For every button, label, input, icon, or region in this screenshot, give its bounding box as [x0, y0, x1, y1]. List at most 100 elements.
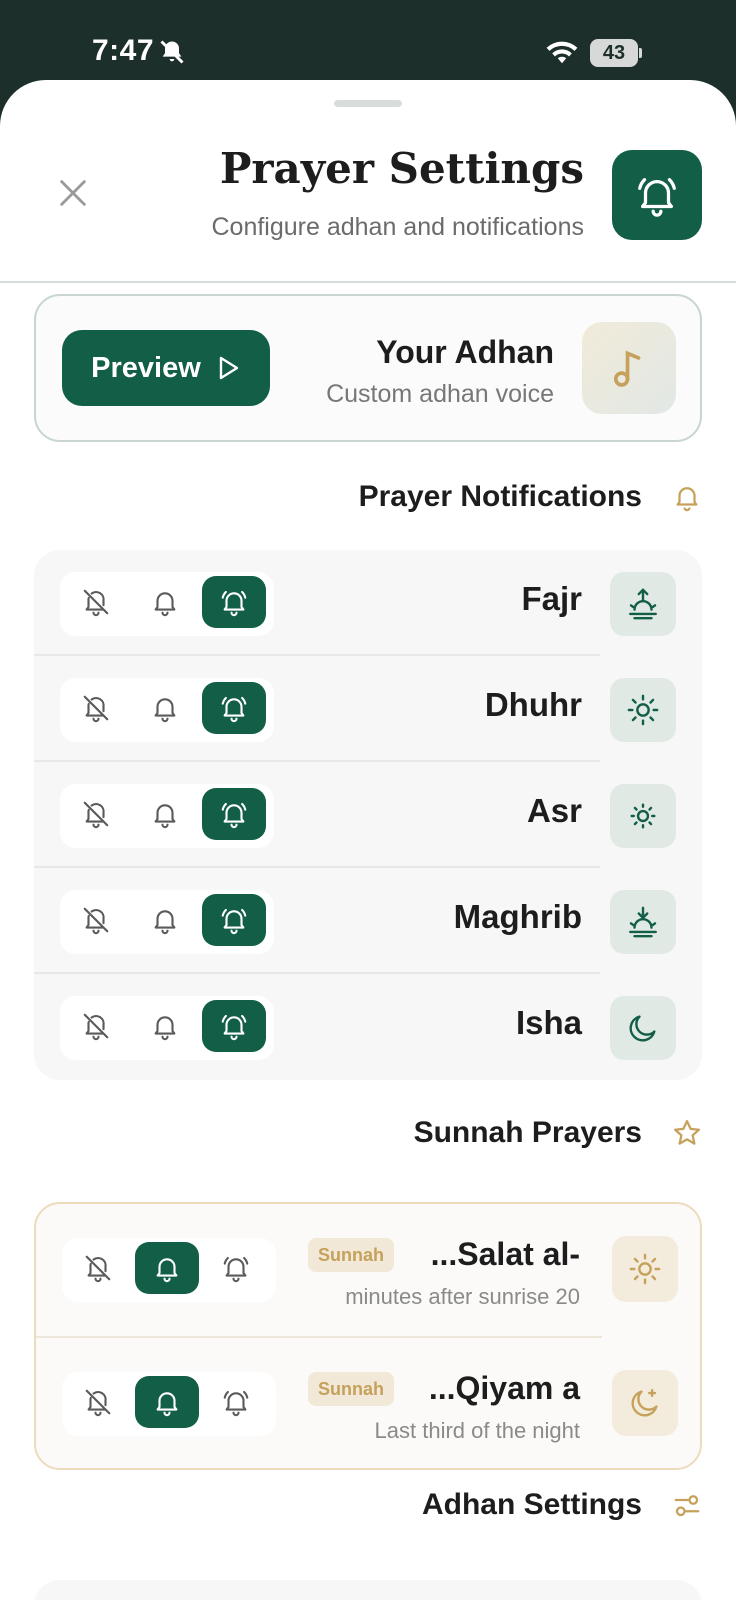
- alarm-bell-icon: [223, 1256, 249, 1283]
- prayer-row-dhuhr: Dhuhr: [34, 656, 702, 762]
- sunnah-prayer-time: Last third of the night: [374, 1418, 580, 1443]
- notification-mode-selector: [62, 1238, 276, 1302]
- battery-level: 43: [590, 39, 638, 67]
- adhan-title: Your Adhan: [376, 334, 554, 370]
- adhan-card: Preview Your Adhan Custom adhan voice: [34, 294, 702, 442]
- adhan-option[interactable]: [202, 576, 266, 628]
- adhan-option[interactable]: [202, 894, 266, 946]
- notification-mode-selector: [60, 784, 274, 848]
- prayer-time-tile: [610, 784, 676, 848]
- bell-off-icon: [83, 801, 109, 829]
- battery-indicator: 43: [590, 39, 642, 67]
- sunnah-time-tile: [612, 1370, 678, 1436]
- mute-option[interactable]: [64, 788, 128, 840]
- notification-mode-selector: [62, 1372, 276, 1436]
- sunrise-icon: [629, 588, 657, 620]
- notify-option[interactable]: [133, 894, 197, 946]
- notify-option[interactable]: [133, 1000, 197, 1052]
- bell-icon: [156, 1258, 178, 1283]
- prayer-row-fajr: Fajr: [34, 550, 702, 656]
- status-bar: 7:47 43: [0, 0, 736, 90]
- mute-option[interactable]: [66, 1376, 130, 1428]
- notify-option[interactable]: [133, 576, 197, 628]
- header-divider: [0, 281, 736, 283]
- section-prayer-notifications: Prayer Notifications: [358, 480, 642, 513]
- bell-off-icon: [83, 695, 109, 723]
- alarm-bell-icon: [221, 908, 247, 935]
- music-note-icon: [613, 350, 641, 387]
- prayer-name: Fajr: [521, 580, 582, 617]
- sunnah-row: Sunnah ...Salat al-minutes after sunrise …: [36, 1204, 700, 1338]
- adhan-settings-card: [34, 1580, 702, 1600]
- close-icon[interactable]: [56, 176, 90, 210]
- prayer-row-maghrib: Maghrib: [34, 868, 702, 974]
- alarm-bell-button[interactable]: [612, 150, 702, 240]
- adhan-option[interactable]: [204, 1376, 268, 1428]
- status-time: 7:47: [92, 34, 155, 67]
- prayer-row-isha: Isha: [34, 974, 702, 1080]
- play-icon: [219, 356, 239, 380]
- notify-option[interactable]: [135, 1242, 199, 1294]
- alarm-bell-icon: [221, 590, 247, 617]
- prayer-time-tile: [610, 996, 676, 1060]
- prayer-row-asr: Asr: [34, 762, 702, 868]
- moon-icon: [629, 1015, 656, 1042]
- sheet-grabber[interactable]: [334, 100, 402, 107]
- sunnah-prayer-time: minutes after sunrise 20: [345, 1284, 580, 1309]
- star-icon: [674, 1120, 700, 1145]
- preview-label: Preview: [91, 351, 201, 384]
- notification-mode-selector: [60, 996, 274, 1060]
- mute-option[interactable]: [64, 894, 128, 946]
- bell-icon: [154, 910, 176, 935]
- prayer-name: Dhuhr: [484, 686, 582, 723]
- alarm-bell-icon: [223, 1390, 249, 1417]
- prayer-settings-sheet: Prayer Settings Configure adhan and noti…: [0, 80, 736, 1600]
- adhan-subtitle: Custom adhan voice: [326, 380, 554, 408]
- alarm-bell-icon: [638, 178, 676, 217]
- bell-icon: [154, 804, 176, 829]
- adhan-option[interactable]: [202, 1000, 266, 1052]
- small-sun-icon: [630, 803, 656, 829]
- notify-option[interactable]: [133, 682, 197, 734]
- bell-off-icon: [83, 1013, 109, 1041]
- sunnah-badge: Sunnah: [308, 1238, 394, 1272]
- prayer-name: Maghrib: [453, 898, 582, 935]
- alarm-bell-icon: [221, 696, 247, 723]
- bell-icon: [154, 698, 176, 723]
- page-title: Prayer Settings: [219, 144, 584, 193]
- notification-mode-selector: [60, 678, 274, 742]
- alarm-bell-icon: [221, 802, 247, 829]
- sunnah-row: Sunnah ...Qiyam a Last third of the night: [36, 1338, 700, 1472]
- sunnah-prayers-card: Sunnah ...Salat al-minutes after sunrise …: [34, 1202, 702, 1470]
- sliders-icon: [674, 1495, 700, 1517]
- notification-mode-selector: [60, 572, 274, 636]
- notify-option[interactable]: [133, 788, 197, 840]
- adhan-option[interactable]: [204, 1242, 268, 1294]
- adhan-option[interactable]: [202, 788, 266, 840]
- notify-option[interactable]: [135, 1376, 199, 1428]
- preview-button[interactable]: Preview: [62, 330, 270, 406]
- mute-option[interactable]: [64, 1000, 128, 1052]
- sunnah-time-tile: [612, 1236, 678, 1302]
- wifi-icon: [546, 41, 578, 64]
- mute-option[interactable]: [64, 682, 128, 734]
- sunset-icon: [629, 906, 657, 938]
- sun-icon: [627, 694, 659, 726]
- bell-off-icon: [83, 589, 109, 617]
- sunnah-prayer-name: ...Salat al-: [430, 1236, 580, 1272]
- alarm-bell-icon: [221, 1014, 247, 1041]
- bell-icon: [676, 487, 698, 512]
- page-subtitle: Configure adhan and notifications: [211, 213, 585, 241]
- section-adhan-settings: Adhan Settings: [421, 1488, 642, 1521]
- prayer-notifications-card: Fajr Dhuhr Asr Maghrib Isha: [34, 550, 702, 1080]
- prayer-name: Isha: [515, 1004, 582, 1041]
- mute-option[interactable]: [66, 1242, 130, 1294]
- bell-off-icon: [85, 1389, 111, 1417]
- bell-off-icon: [85, 1255, 111, 1283]
- sunnah-badge: Sunnah: [308, 1372, 394, 1406]
- bell-off-icon: [83, 907, 109, 935]
- bell-icon: [156, 1392, 178, 1417]
- bell-icon: [154, 1016, 176, 1041]
- adhan-option[interactable]: [202, 682, 266, 734]
- mute-option[interactable]: [64, 576, 128, 628]
